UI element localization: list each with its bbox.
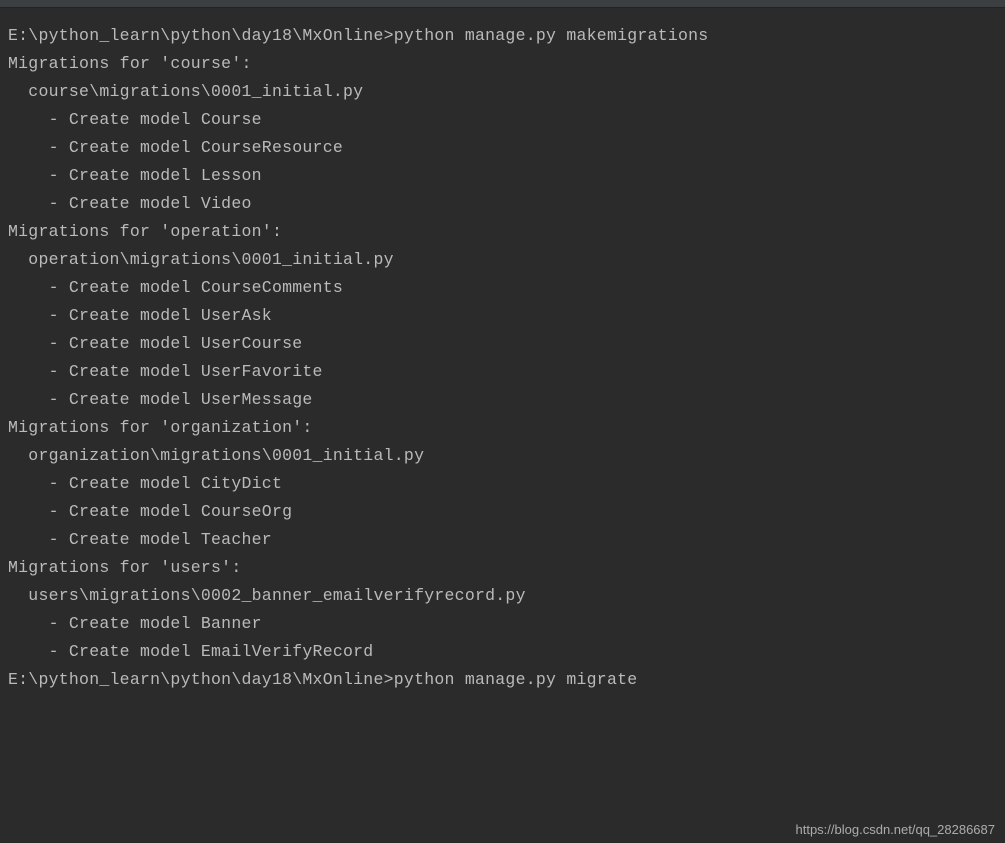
terminal-line: - Create model Teacher xyxy=(8,526,997,554)
terminal-line: organization\migrations\0001_initial.py xyxy=(8,442,997,470)
terminal-line: Migrations for 'operation': xyxy=(8,218,997,246)
terminal-line: course\migrations\0001_initial.py xyxy=(8,78,997,106)
terminal-line: - Create model CityDict xyxy=(8,470,997,498)
terminal-output[interactable]: E:\python_learn\python\day18\MxOnline>py… xyxy=(0,8,1005,702)
terminal-line: users\migrations\0002_banner_emailverify… xyxy=(8,582,997,610)
terminal-line: Migrations for 'users': xyxy=(8,554,997,582)
terminal-line: - Create model UserAsk xyxy=(8,302,997,330)
terminal-line: - Create model CourseComments xyxy=(8,274,997,302)
terminal-line: - Create model Course xyxy=(8,106,997,134)
terminal-line: - Create model UserFavorite xyxy=(8,358,997,386)
terminal-line: operation\migrations\0001_initial.py xyxy=(8,246,997,274)
terminal-line: Migrations for 'course': xyxy=(8,50,997,78)
terminal-line: - Create model UserMessage xyxy=(8,386,997,414)
terminal-line: E:\python_learn\python\day18\MxOnline>py… xyxy=(8,666,997,694)
terminal-line: Migrations for 'organization': xyxy=(8,414,997,442)
terminal-line: - Create model Video xyxy=(8,190,997,218)
terminal-line: - Create model EmailVerifyRecord xyxy=(8,638,997,666)
terminal-line: - Create model Lesson xyxy=(8,162,997,190)
terminal-line: - Create model CourseResource xyxy=(8,134,997,162)
terminal-line: - Create model CourseOrg xyxy=(8,498,997,526)
terminal-line: E:\python_learn\python\day18\MxOnline>py… xyxy=(8,22,997,50)
watermark: https://blog.csdn.net/qq_28286687 xyxy=(796,822,996,837)
terminal-line: - Create model Banner xyxy=(8,610,997,638)
terminal-line: - Create model UserCourse xyxy=(8,330,997,358)
title-bar xyxy=(0,0,1005,8)
